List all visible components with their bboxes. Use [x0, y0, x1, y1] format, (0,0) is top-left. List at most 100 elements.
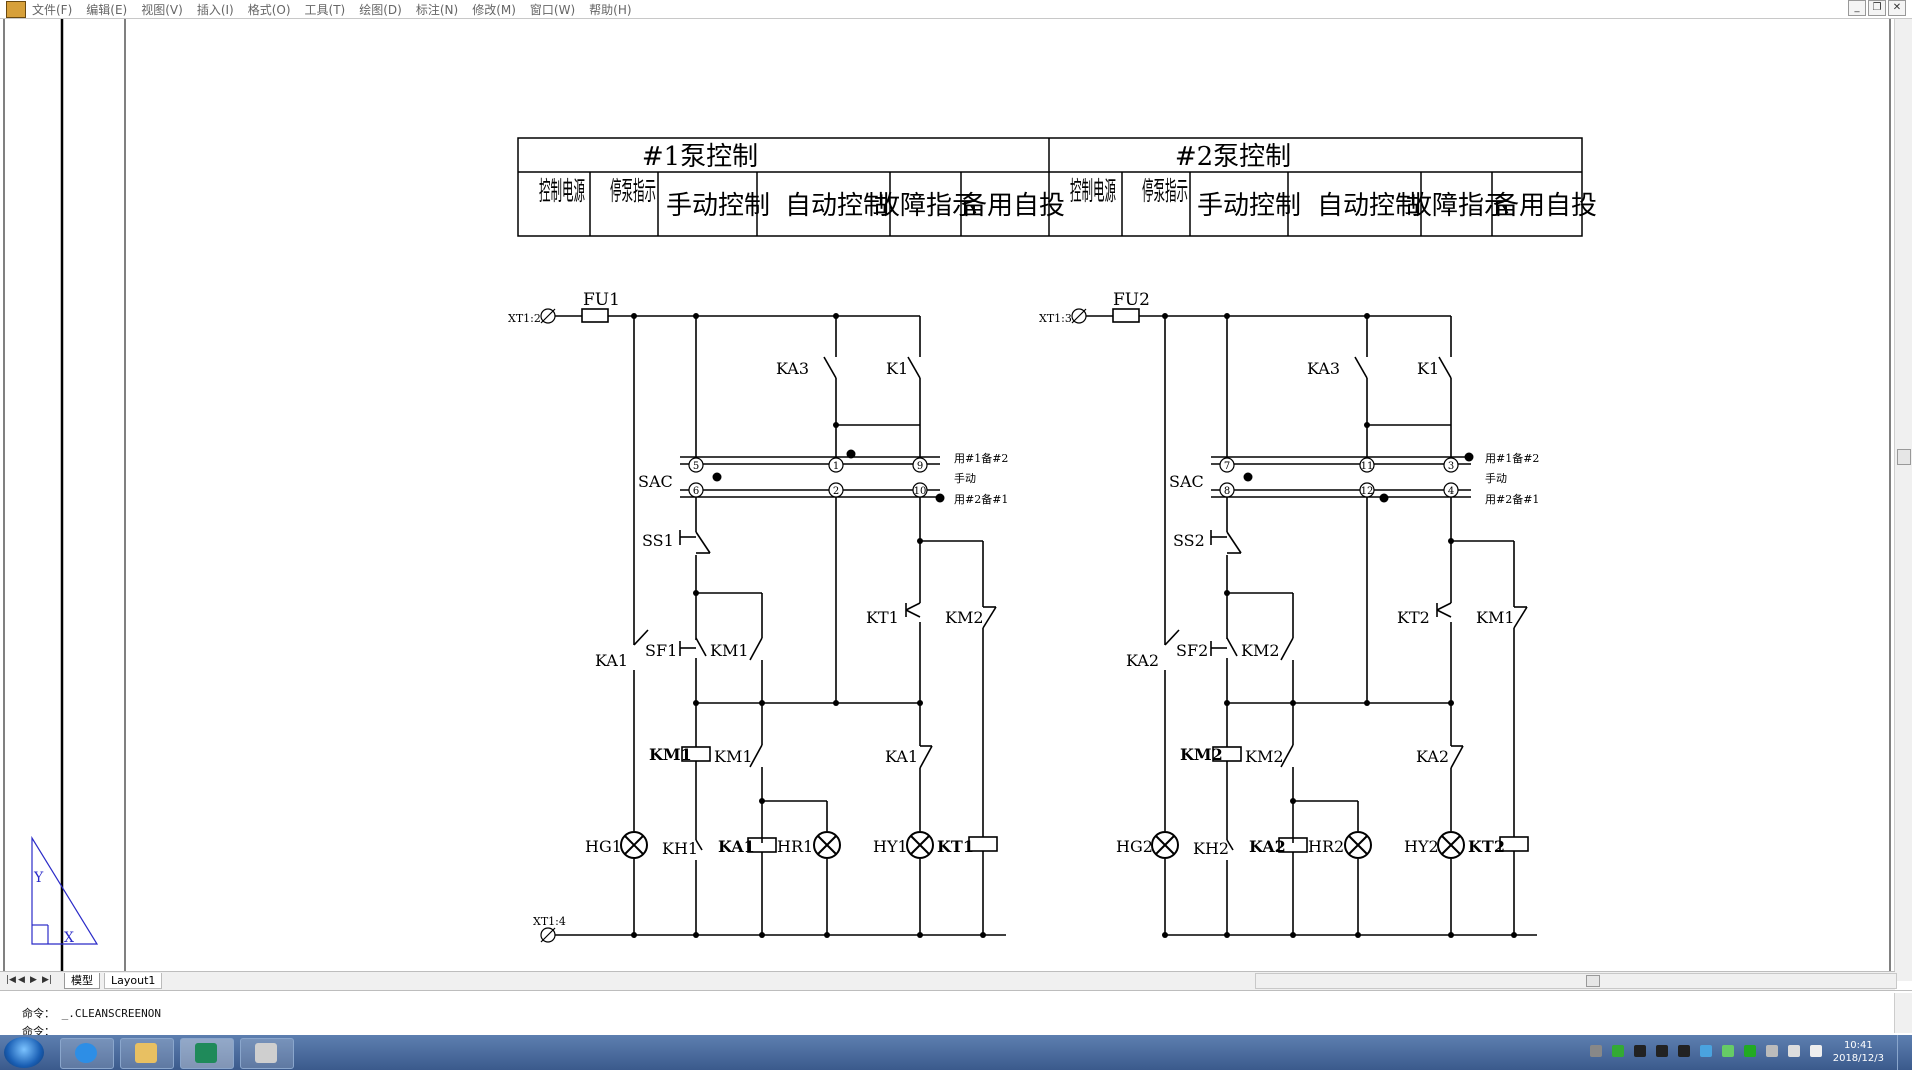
taskbar-app4[interactable]	[240, 1038, 294, 1069]
svg-text:用#1备#2: 用#1备#2	[954, 451, 1008, 465]
svg-text:SF2: SF2	[1176, 641, 1208, 660]
svg-text:KA2: KA2	[1416, 747, 1449, 766]
menu-tools[interactable]: 工具(T)	[305, 1, 346, 18]
qq-icon[interactable]	[1678, 1045, 1690, 1057]
start-button[interactable]	[4, 1037, 44, 1068]
last-tab-icon[interactable]: ▶|	[42, 974, 52, 986]
vertical-scrollbar[interactable]	[1894, 19, 1912, 981]
svg-text:HY1: HY1	[873, 837, 908, 856]
taskbar-cad[interactable]	[180, 1038, 234, 1069]
clock[interactable]: 10:41 2018/12/3	[1833, 1039, 1884, 1065]
prev-tab-icon[interactable]: ◀	[18, 974, 28, 986]
nvidia-icon[interactable]	[1744, 1045, 1756, 1057]
svg-text:KM2: KM2	[1180, 745, 1223, 764]
svg-text:KM2: KM2	[1245, 747, 1284, 766]
tray-app-icon[interactable]	[1612, 1045, 1624, 1057]
svg-text:K1: K1	[1417, 359, 1439, 378]
ucs-y-label: Y	[33, 870, 44, 886]
svg-text:FU1: FU1	[583, 290, 620, 310]
app-icon[interactable]	[6, 1, 26, 18]
svg-text:KA3: KA3	[776, 359, 809, 378]
svg-text:K1: K1	[886, 359, 908, 378]
svg-text:7: 7	[1224, 461, 1230, 472]
tab-model[interactable]: 模型	[64, 973, 100, 989]
svg-text:KA1: KA1	[718, 837, 755, 856]
svg-text:KH2: KH2	[1193, 839, 1229, 858]
svg-text:KT2: KT2	[1397, 608, 1430, 627]
menu-file[interactable]: 文件(F)	[32, 1, 72, 18]
svg-text:3: 3	[1448, 461, 1454, 472]
taskbar: 10:41 2018/12/3	[0, 1035, 1912, 1070]
svg-text:SS2: SS2	[1173, 531, 1205, 550]
keyboard-icon[interactable]	[1590, 1045, 1602, 1057]
browser-tray-icon[interactable]	[1700, 1045, 1712, 1057]
volume-icon[interactable]	[1810, 1045, 1822, 1057]
vertical-scroll-thumb[interactable]	[1897, 449, 1911, 465]
svg-text:1: 1	[833, 461, 839, 472]
menu-draw[interactable]: 绘图(D)	[359, 1, 402, 18]
taskbar-browser[interactable]	[60, 1038, 114, 1069]
col-manual-2: 手动控制	[1197, 191, 1301, 221]
monitor-icon[interactable]	[1788, 1045, 1800, 1057]
col-control-power-2: 控制电源	[1070, 177, 1116, 207]
menu-window[interactable]: 窗口(W)	[530, 1, 575, 18]
qq-icon[interactable]	[1634, 1045, 1646, 1057]
svg-text:SF1: SF1	[645, 641, 677, 660]
command-line[interactable]: 命令： _.CLEANSCREENON 命令：	[0, 990, 1912, 1038]
svg-text:用#2备#1: 用#2备#1	[954, 492, 1008, 506]
svg-text:SS1: SS1	[642, 531, 674, 550]
col-manual-1: 手动控制	[666, 191, 770, 221]
first-tab-icon[interactable]: |◀	[6, 974, 16, 986]
restore-button[interactable]: ❐	[1868, 0, 1886, 16]
col-stop-indicator-1: 停泵指示	[610, 177, 656, 207]
horizontal-scroll-thumb[interactable]	[1586, 975, 1600, 987]
svg-text:KT2: KT2	[1468, 837, 1505, 856]
app-icon	[255, 1043, 277, 1063]
svg-text:4: 4	[1448, 486, 1454, 497]
minimize-button[interactable]: _	[1848, 0, 1866, 16]
menu-view[interactable]: 视图(V)	[141, 1, 183, 18]
svg-text:用#1备#2: 用#1备#2	[1485, 451, 1539, 465]
svg-text:KM2: KM2	[1241, 641, 1280, 660]
taskbar-explorer[interactable]	[120, 1038, 174, 1069]
svg-text:KA2: KA2	[1126, 651, 1159, 670]
pump2-header: #2泵控制	[1175, 142, 1291, 172]
folder-icon	[135, 1043, 157, 1063]
pump2-control-circuit: XT1:3 FU2 KA3 K1 SAC SS2 SF2 KM2 KT2 KM1…	[1039, 290, 1539, 938]
network-icon[interactable]	[1766, 1045, 1778, 1057]
command-history-line: 命令： _.CLEANSCREENON	[22, 1007, 161, 1020]
ucs-x-label: X	[64, 930, 74, 946]
menu-help[interactable]: 帮助(H)	[589, 1, 631, 18]
svg-text:KA3: KA3	[1307, 359, 1340, 378]
menu-insert[interactable]: 插入(I)	[197, 1, 234, 18]
svg-text:HY2: HY2	[1404, 837, 1439, 856]
svg-text:KM1: KM1	[1476, 608, 1515, 627]
update-icon[interactable]	[1722, 1045, 1734, 1057]
svg-text:HR2: HR2	[1308, 837, 1344, 856]
svg-text:12: 12	[1361, 486, 1374, 497]
menu-dimension[interactable]: 标注(N)	[416, 1, 458, 18]
svg-text:手动: 手动	[954, 471, 976, 485]
svg-text:FU2: FU2	[1113, 290, 1150, 310]
svg-text:HG1: HG1	[585, 837, 622, 856]
close-button[interactable]: ✕	[1888, 0, 1906, 16]
menu-edit[interactable]: 编辑(E)	[86, 1, 127, 18]
svg-text:SAC: SAC	[638, 472, 673, 491]
browser-icon	[75, 1043, 97, 1063]
col-standby-1: 备用自投	[961, 191, 1065, 221]
svg-text:10: 10	[914, 486, 927, 497]
horizontal-scrollbar[interactable]	[1255, 973, 1897, 989]
drawing-canvas[interactable]: Y X #1泵控制 #2泵控制 控制电源 停泵指示 手动控制 自动控制 故障指示…	[0, 19, 1895, 972]
svg-text:6: 6	[693, 486, 699, 497]
svg-text:KM1: KM1	[649, 745, 692, 764]
command-scrollbar[interactable]	[1894, 993, 1912, 1033]
menu-modify[interactable]: 修改(M)	[472, 1, 516, 18]
show-desktop-button[interactable]	[1897, 1035, 1912, 1070]
col-control-power-1: 控制电源	[539, 177, 585, 207]
tab-layout1[interactable]: Layout1	[104, 973, 163, 989]
menu-format[interactable]: 格式(O)	[248, 1, 291, 18]
svg-text:KT1: KT1	[866, 608, 899, 627]
svg-text:用#2备#1: 用#2备#1	[1485, 492, 1539, 506]
next-tab-icon[interactable]: ▶	[30, 974, 40, 986]
qq-icon[interactable]	[1656, 1045, 1668, 1057]
